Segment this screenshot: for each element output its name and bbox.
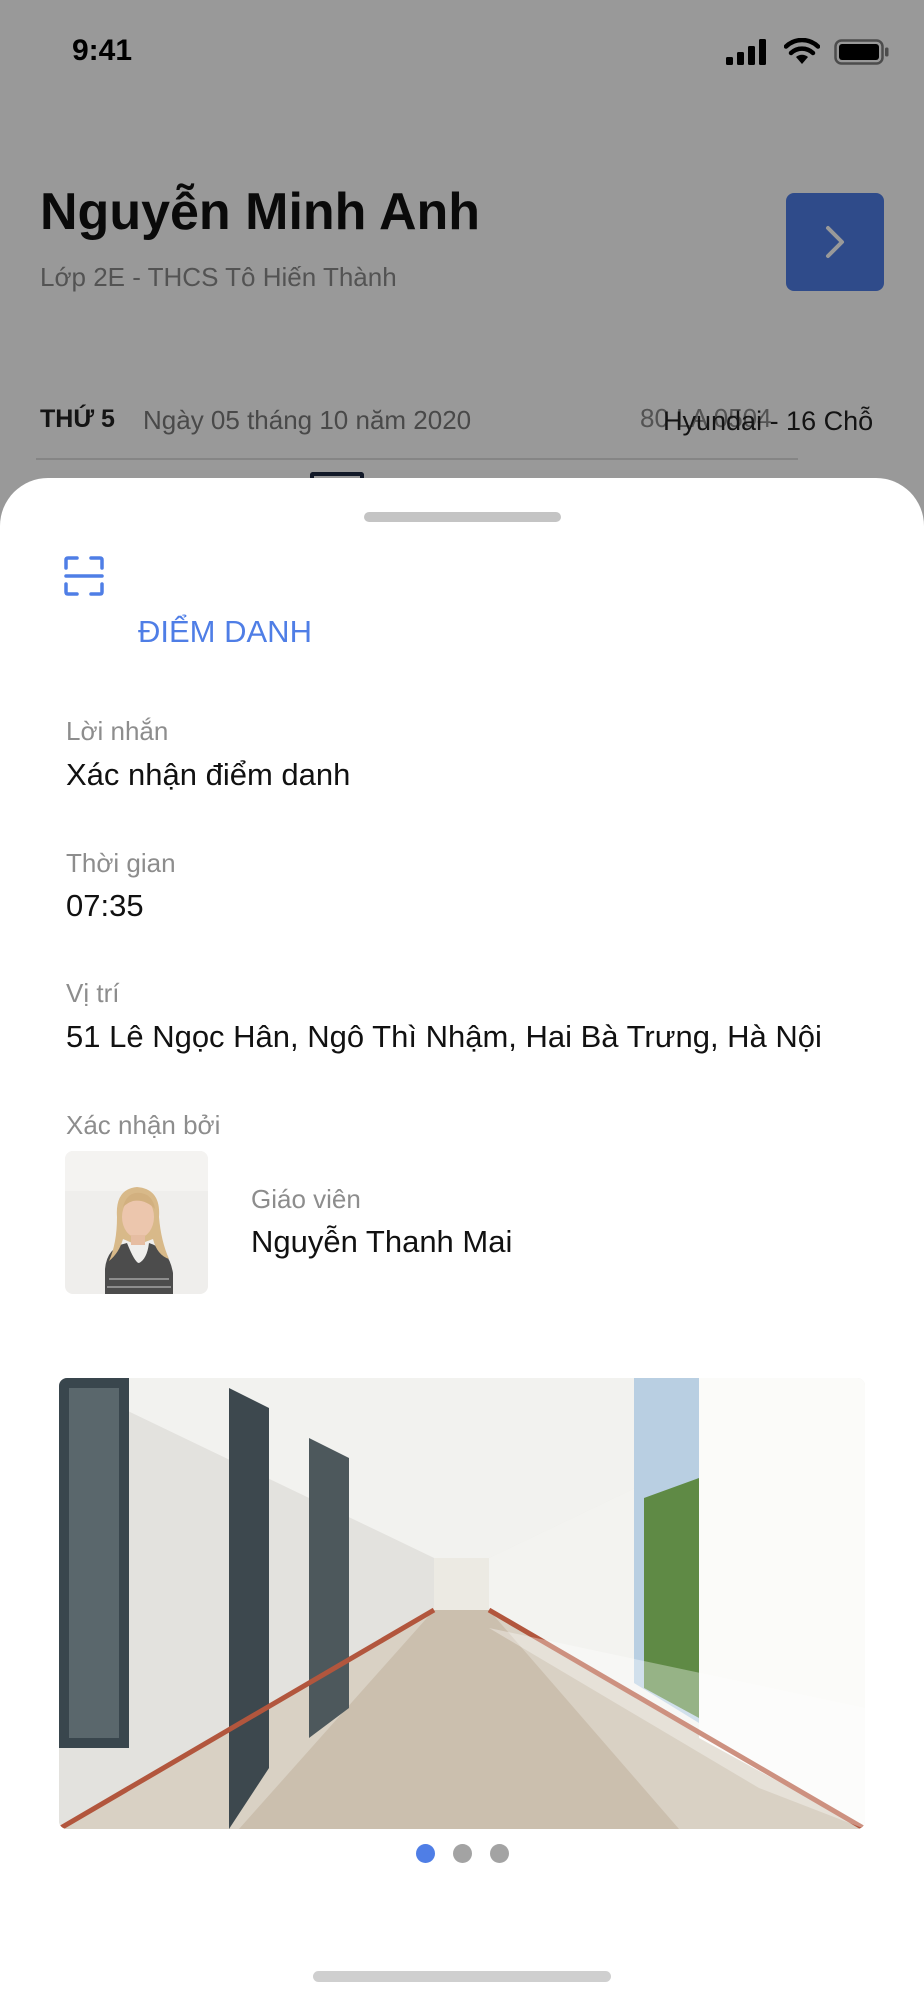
time-label: Thời gian — [66, 848, 176, 878]
location-label: Vị trí — [66, 978, 120, 1008]
carousel-dot-1[interactable] — [416, 1844, 435, 1863]
teacher-name: Nguyễn Thanh Mai — [251, 1224, 513, 1259]
carousel-indicator — [416, 1844, 509, 1863]
attendance-sheet: ĐIỂM DANH Lời nhắn Xác nhận điểm danh Th… — [0, 478, 924, 2000]
location-photo[interactable] — [59, 1378, 865, 1829]
message-value: Xác nhận điểm danh — [66, 757, 351, 792]
screen: 9:41 Nguyễn Minh Anh Lớp 2E - THCS Tô Hi… — [0, 0, 924, 2000]
message-label: Lời nhắn — [66, 716, 169, 746]
corridor-image — [59, 1378, 865, 1829]
teacher-photo — [65, 1151, 208, 1294]
time-value: 07:35 — [66, 888, 144, 923]
sheet-drag-handle[interactable] — [364, 512, 561, 522]
attendance-title: ĐIỂM DANH — [138, 614, 312, 649]
carousel-dot-3[interactable] — [490, 1844, 509, 1863]
location-value: 51 Lê Ngọc Hân, Ngô Thì Nhậm, Hai Bà Trư… — [66, 1019, 822, 1054]
home-indicator — [313, 1971, 611, 1982]
teacher-role: Giáo viên — [251, 1184, 361, 1214]
confirmed-by-label: Xác nhận bởi — [66, 1110, 221, 1140]
carousel-dot-2[interactable] — [453, 1844, 472, 1863]
scan-icon — [64, 556, 104, 596]
teacher-avatar — [65, 1151, 208, 1294]
